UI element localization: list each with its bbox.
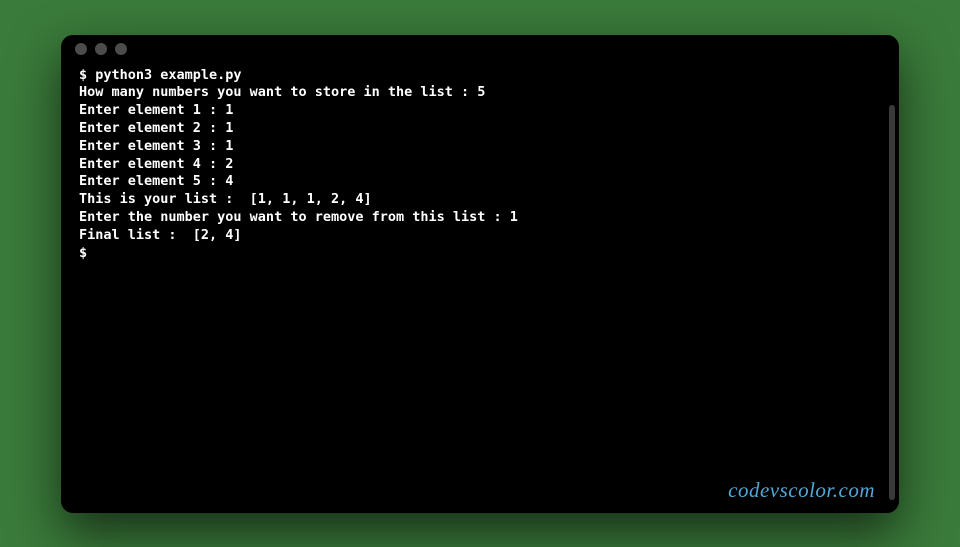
close-icon[interactable] [75, 43, 87, 55]
scrollbar[interactable] [889, 105, 895, 500]
title-bar [61, 35, 899, 63]
maximize-icon[interactable] [115, 43, 127, 55]
terminal-output: $ python3 example.py How many numbers yo… [79, 67, 881, 263]
watermark: codevscolor.com [728, 478, 875, 503]
terminal-body[interactable]: $ python3 example.py How many numbers yo… [61, 63, 899, 513]
minimize-icon[interactable] [95, 43, 107, 55]
terminal-window: $ python3 example.py How many numbers yo… [61, 35, 899, 513]
